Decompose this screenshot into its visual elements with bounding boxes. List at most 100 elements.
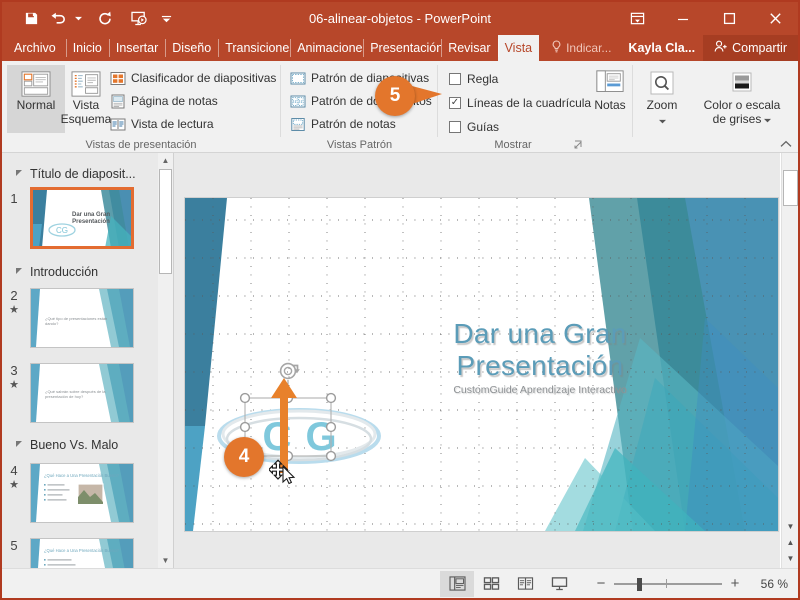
slide-sorter-icon xyxy=(110,71,126,86)
tell-me-box[interactable]: Indicar... xyxy=(542,35,620,61)
callout-badge-5: 5 xyxy=(375,76,415,116)
window-controls xyxy=(614,2,798,35)
slide-number-3: 3 xyxy=(10,363,18,378)
slide-master-icon xyxy=(290,71,306,86)
notes-button[interactable]: Notas xyxy=(587,65,633,133)
share-button[interactable]: Compartir xyxy=(703,35,798,61)
section-header-3[interactable]: Bueno Vs. Malo xyxy=(16,438,118,452)
ribbon-group-mostrar: Regla ✓ Líneas de la cuadrícula Guías No… xyxy=(439,61,626,153)
zoom-percent-label[interactable]: 56 % xyxy=(748,577,788,591)
title-bar: 06-alinear-objetos - PowerPoint xyxy=(2,2,798,35)
tab-insertar[interactable]: Insertar xyxy=(108,35,165,61)
collapse-triangle-icon[interactable] xyxy=(16,441,22,447)
close-icon[interactable] xyxy=(752,2,798,35)
fit-slide-to-window-icon[interactable] xyxy=(794,576,798,591)
color-grayscale-dropdown-icon[interactable] xyxy=(764,113,772,127)
color-grayscale-button[interactable]: Color o escala de grises xyxy=(690,65,794,137)
slide-sorter-item[interactable]: Clasificador de diapositivas xyxy=(110,67,276,89)
tab-presentacion[interactable]: Presentación xyxy=(363,35,441,61)
gridlines-checkbox-row[interactable]: ✓ Líneas de la cuadrícula xyxy=(449,93,591,113)
slide-animation-star-3: ★ xyxy=(9,379,19,391)
thumbnail-scroll-up-icon[interactable]: ▲ xyxy=(158,153,173,168)
gridlines-checkbox[interactable]: ✓ xyxy=(449,97,461,109)
zoom-slider-handle[interactable] xyxy=(637,577,642,591)
zoom-slider-midpoint xyxy=(666,578,667,588)
slide-thumbnail-pane[interactable]: Título de diaposit... 1 Dar una Gran Pre… xyxy=(2,153,174,568)
section-header-1[interactable]: Título de diaposit... xyxy=(16,167,136,181)
notes-master-item[interactable]: Patrón de notas xyxy=(290,113,396,135)
collapse-triangle-icon[interactable] xyxy=(16,170,22,176)
svg-text:dando?: dando? xyxy=(45,321,59,326)
thumbnail-scroll-down-icon[interactable]: ▼ xyxy=(158,553,173,568)
tab-animaciones[interactable]: Animaciones xyxy=(290,35,363,61)
slide-thumbnail-3[interactable]: ¿Qué sabrán sobre después de la presenta… xyxy=(30,363,134,423)
slide-thumbnail-5[interactable]: ¿Qué Hace a Una Presentación Bueno? xyxy=(30,538,134,568)
callout-badge-4: 4 xyxy=(224,437,264,477)
tab-revisar[interactable]: Revisar xyxy=(441,35,497,61)
normal-view-label: Normal xyxy=(16,98,56,112)
svg-text:Presentación: Presentación xyxy=(72,219,110,225)
ribbon-group-vistas-presentacion: Normal Vista Esquema Clasificador de dia… xyxy=(2,61,280,153)
notes-page-item[interactable]: Página de notas xyxy=(110,90,218,112)
collapse-triangle-icon[interactable] xyxy=(16,268,22,274)
slide-title-block[interactable]: Dar una Gran Presentación CustomGuide Ap… xyxy=(410,318,670,396)
minimize-icon[interactable] xyxy=(660,2,706,35)
slideshow-button[interactable] xyxy=(542,571,576,597)
zoom-in-button[interactable]: + xyxy=(728,575,742,592)
undo-dropdown-icon[interactable] xyxy=(68,6,88,32)
section-header-2[interactable]: Introducción xyxy=(16,265,98,279)
account-name[interactable]: Kayla Cla... xyxy=(620,35,703,61)
slide-animation-star-4: ★ xyxy=(9,479,19,491)
tab-vista[interactable]: Vista xyxy=(497,35,540,61)
ruler-checkbox[interactable] xyxy=(449,73,461,85)
start-presentation-icon[interactable] xyxy=(122,6,156,32)
maximize-icon[interactable] xyxy=(706,2,752,35)
slide-sorter-button[interactable] xyxy=(474,571,508,597)
reading-view-item[interactable]: Vista de lectura xyxy=(110,113,214,135)
slide-area-scrollbar[interactable]: ▼ ▲ ▼ xyxy=(781,153,798,568)
view-buttons xyxy=(440,570,576,597)
callout-5-pointer xyxy=(412,86,442,104)
guides-checkbox-row[interactable]: Guías xyxy=(449,117,499,137)
slide-animation-star-2: ★ xyxy=(9,304,19,316)
guides-checkbox[interactable] xyxy=(449,121,461,133)
slide-number-2: 2 xyxy=(10,288,18,303)
redo-icon[interactable] xyxy=(88,6,122,32)
slide-scroll-thumb[interactable] xyxy=(783,170,798,206)
tab-archivo[interactable]: Archivo xyxy=(2,35,66,61)
notes-page-label: Página de notas xyxy=(131,94,218,108)
zoom-magnifier-icon xyxy=(645,69,679,99)
group-label-vistas-presentacion: Vistas de presentación xyxy=(85,139,197,151)
reading-view-button[interactable] xyxy=(508,571,542,597)
undo-icon[interactable] xyxy=(48,6,68,32)
zoom-button[interactable]: Zoom xyxy=(636,65,688,137)
previous-slide-icon[interactable]: ▲ xyxy=(783,535,798,550)
zoom-slider[interactable] xyxy=(614,577,722,591)
tab-inicio[interactable]: Inicio xyxy=(65,35,109,61)
scroll-down-icon[interactable]: ▼ xyxy=(783,519,798,534)
zoom-out-button[interactable]: − xyxy=(594,575,608,592)
tab-transiciones[interactable]: Transiciones xyxy=(218,35,290,61)
customize-qat-icon[interactable] xyxy=(156,6,176,32)
slide-thumbnail-1[interactable]: Dar una Gran Presentación CG xyxy=(30,187,134,249)
quick-access-toolbar xyxy=(2,6,176,32)
mostrar-dialog-launcher-icon[interactable] xyxy=(574,140,583,151)
color-grayscale-label1: Color o escala xyxy=(703,98,781,112)
share-label: Compartir xyxy=(732,41,787,55)
slide-thumbnail-4[interactable]: ¿Qué Hace a Una Presentación Bueno? xyxy=(30,463,134,523)
outline-view-button[interactable]: Vista Esquema xyxy=(54,65,118,133)
thumbnail-scroll-thumb[interactable] xyxy=(159,169,172,274)
normal-view-button[interactable] xyxy=(440,570,474,597)
slide-thumbnail-2[interactable]: ¿Qué tipo de presentaciones están dando? xyxy=(30,288,134,348)
thumbnail-scrollbar[interactable]: ▲ ▼ xyxy=(158,153,173,568)
zoom-dropdown-icon[interactable] xyxy=(658,114,666,128)
slide-editing-area[interactable]: Dar una Gran Presentación CustomGuide Ap… xyxy=(174,153,780,568)
save-icon[interactable] xyxy=(14,6,48,32)
ruler-checkbox-row[interactable]: Regla xyxy=(449,69,498,89)
tab-diseno[interactable]: Diseño xyxy=(165,35,218,61)
collapse-ribbon-icon[interactable] xyxy=(780,139,792,151)
next-slide-icon[interactable]: ▼ xyxy=(783,551,798,566)
svg-text:Dar una Gran: Dar una Gran xyxy=(72,212,110,218)
ribbon-display-options-icon[interactable] xyxy=(614,2,660,35)
current-slide[interactable]: Dar una Gran Presentación CustomGuide Ap… xyxy=(184,197,779,532)
